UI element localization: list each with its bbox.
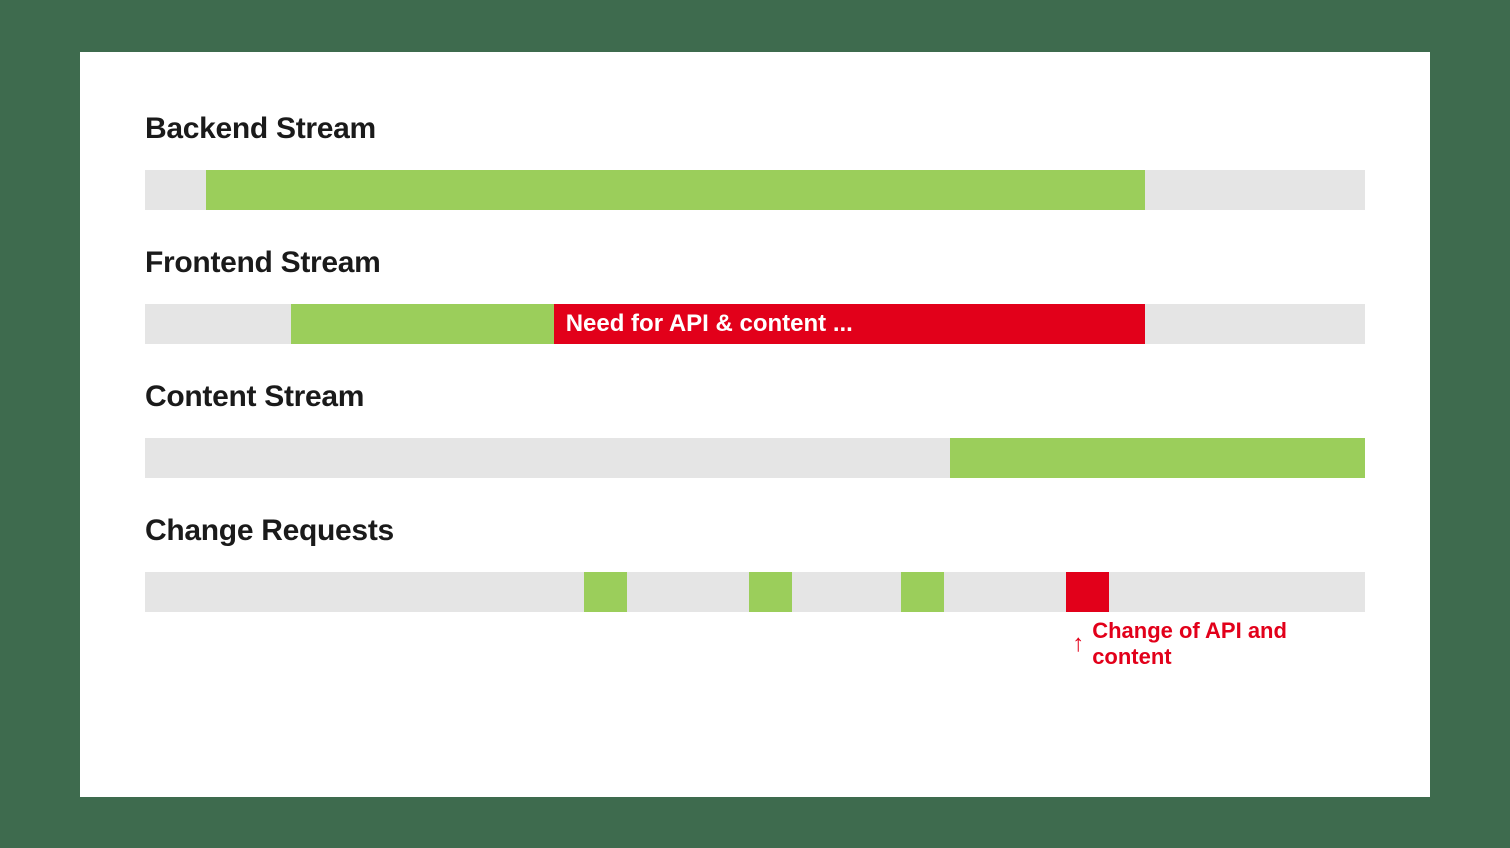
stream-title-content: Content Stream [145,380,1365,414]
segment-frontend-0 [291,304,553,344]
arrow-up-icon: ↑ [1072,632,1084,656]
stream-content: Content Stream [145,380,1365,478]
track-frontend: Need for API & content ... [145,304,1365,344]
segment-changereq-3 [1066,572,1109,612]
annotation-text: Change of API and content [1092,618,1365,670]
stream-change-requests: Change Requests ↑ Change of API and cont… [145,514,1365,612]
track-content [145,438,1365,478]
segment-frontend-1: Need for API & content ... [554,304,1146,344]
stream-title-frontend: Frontend Stream [145,246,1365,280]
segment-label: Need for API & content ... [566,310,853,338]
stream-frontend: Frontend Stream Need for API & content .… [145,246,1365,344]
track-change-requests: ↑ Change of API and content [145,572,1365,612]
segment-changereq-2 [901,572,944,612]
annotation-change-api-content: ↑ Change of API and content [1072,618,1365,670]
stream-title-change-requests: Change Requests [145,514,1365,548]
segment-content-0 [950,438,1365,478]
segment-backend-0 [206,170,1145,210]
track-backend [145,170,1365,210]
stream-title-backend: Backend Stream [145,112,1365,146]
segment-changereq-0 [584,572,627,612]
stream-backend: Backend Stream [145,112,1365,210]
segment-changereq-1 [749,572,792,612]
diagram-card: Backend Stream Frontend Stream Need for … [80,52,1430,797]
